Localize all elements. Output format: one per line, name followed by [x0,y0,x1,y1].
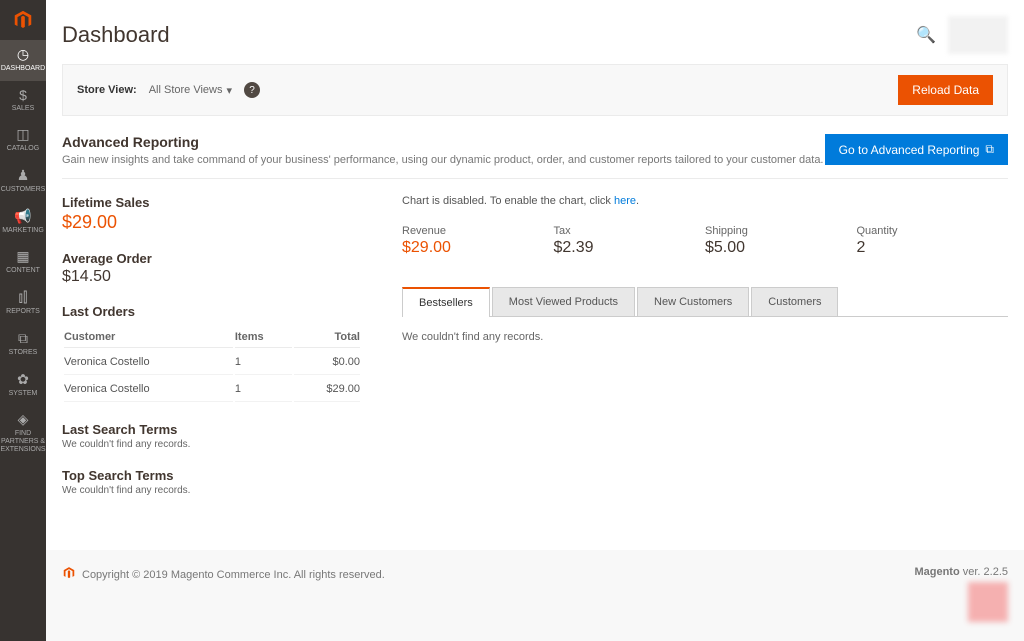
top-search-title: Top Search Terms [62,468,362,483]
sidebar: ◷ Dashboard $ Sales ◫ Catalog ♟ Customers 📢 M… [0,0,46,641]
advanced-reporting-title: Advanced Reporting [62,134,824,150]
reports-icon: ⫾⫿ [19,289,28,306]
top-search-empty: We couldn't find any records. [62,485,362,496]
user-avatar[interactable] [948,16,1008,54]
sidebar-item-marketing[interactable]: 📢 Marketing [0,202,46,243]
main-content: Dashboard 🔍 Store View: All Store Views▾… [46,0,1024,641]
table-row[interactable]: Veronica Costello 1 $0.00 [64,350,360,375]
last-search-empty: We couldn't find any records. [62,439,362,450]
scope-bar: Store View: All Store Views▾ ? Reload Da… [62,64,1008,116]
advanced-reporting-section: Advanced Reporting Gain new insights and… [62,116,1008,179]
page-title: Dashboard [62,22,170,48]
last-orders-title: Last Orders [62,304,362,319]
external-link-icon: ⧉ [985,142,994,157]
tab-content-empty: We couldn't find any records. [402,317,1008,357]
chevron-down-icon: ▾ [227,84,233,97]
last-orders-table: Customer Items Total Veronica Costello 1… [62,325,362,404]
sidebar-item-label: Customers [1,186,46,194]
search-icon[interactable]: 🔍 [916,25,936,45]
sidebar-item-sales[interactable]: $ Sales [0,81,46,121]
footer-version: ver. 2.2.5 [960,566,1008,578]
th-customer: Customer [64,327,233,348]
go-to-advanced-reporting-button[interactable]: Go to Advanced Reporting⧉ [825,134,1008,165]
footer-badge [968,582,1008,622]
stat-tax-label: Tax [554,225,706,237]
partners-icon: ◈ [18,411,29,428]
tab-bestsellers[interactable]: Bestsellers [402,287,490,317]
tab-customers[interactable]: Customers [751,287,838,316]
stat-quantity-label: Quantity [857,225,1009,237]
sidebar-item-dashboard[interactable]: ◷ Dashboard [0,40,46,81]
customers-icon: ♟ [17,167,30,184]
tab-most-viewed[interactable]: Most Viewed Products [492,287,635,316]
table-row[interactable]: Veronica Costello 1 $29.00 [64,377,360,402]
sales-icon: $ [19,87,27,103]
sidebar-item-reports[interactable]: ⫾⫿ Reports [0,283,46,324]
dashboard-icon: ◷ [17,46,29,63]
stat-revenue-value: $29.00 [402,239,554,257]
sidebar-item-label: Reports [6,308,40,316]
sidebar-item-label: Marketing [2,227,44,235]
footer: Copyright © 2019 Magento Commerce Inc. A… [46,550,1024,641]
stores-icon: ⧉ [18,330,28,347]
stat-quantity-value: 2 [857,239,1009,257]
marketing-icon: 📢 [14,208,31,225]
help-icon[interactable]: ? [244,82,260,98]
sidebar-item-customers[interactable]: ♟ Customers [0,161,46,202]
enable-chart-link[interactable]: here [614,195,636,207]
sidebar-item-label: Dashboard [1,65,45,73]
sidebar-item-label: System [9,390,38,398]
sidebar-item-label: Sales [12,105,35,113]
lifetime-sales-title: Lifetime Sales [62,195,362,210]
lifetime-sales-value: $29.00 [62,212,362,233]
tabs: Bestsellers Most Viewed Products New Cus… [402,287,1008,317]
scope-selector[interactable]: All Store Views▾ [149,84,232,97]
sidebar-item-content[interactable]: ▦ Content [0,242,46,283]
scope-label: Store View: [77,84,137,96]
th-items: Items [235,327,292,348]
average-order-title: Average Order [62,251,362,266]
th-total: Total [294,327,360,348]
footer-brand: Magento [914,566,959,578]
sidebar-item-stores[interactable]: ⧉ Stores [0,324,46,365]
advanced-reporting-desc: Gain new insights and take command of yo… [62,154,824,166]
stat-shipping-label: Shipping [705,225,857,237]
catalog-icon: ◫ [16,126,29,143]
last-search-title: Last Search Terms [62,422,362,437]
sidebar-item-label: Find Partners & Extensions [0,430,45,453]
sidebar-item-label: Stores [9,349,38,357]
average-order-value: $14.50 [62,268,362,286]
stat-tax-value: $2.39 [554,239,706,257]
chart-disabled-message: Chart is disabled. To enable the chart, … [402,195,1008,207]
sidebar-item-label: Content [6,267,40,275]
system-icon: ✿ [17,371,29,388]
magento-logo[interactable] [0,0,46,40]
sidebar-item-label: Catalog [7,145,39,153]
sidebar-item-partners[interactable]: ◈ Find Partners & Extensions [0,405,46,461]
stat-revenue-label: Revenue [402,225,554,237]
tab-new-customers[interactable]: New Customers [637,287,749,316]
reload-data-button[interactable]: Reload Data [898,75,993,105]
content-icon: ▦ [16,248,29,265]
sidebar-item-system[interactable]: ✿ System [0,365,46,406]
stat-shipping-value: $5.00 [705,239,857,257]
sidebar-item-catalog[interactable]: ◫ Catalog [0,120,46,161]
